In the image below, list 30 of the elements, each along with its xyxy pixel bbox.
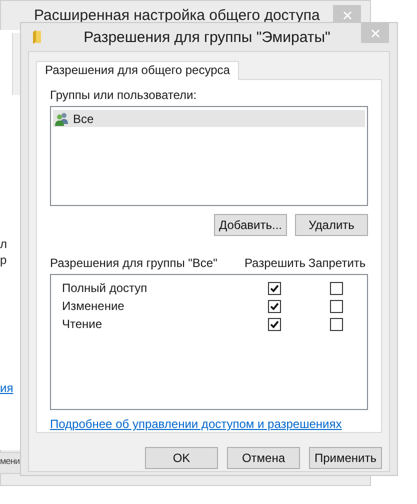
list-item[interactable]: Все — [53, 110, 365, 127]
checkbox[interactable] — [330, 318, 342, 331]
checkbox[interactable] — [268, 282, 280, 295]
help-link[interactable]: Подробнее об управлении доступом и разрешениях — [50, 417, 342, 432]
dialog-button[interactable]: Применить — [309, 447, 382, 469]
checkbox[interactable] — [268, 300, 280, 313]
checkbox[interactable] — [330, 282, 342, 295]
close-icon — [370, 28, 380, 38]
column-header: Запретить — [307, 256, 367, 272]
dialog-button[interactable]: Отмена — [227, 447, 300, 469]
users-icon — [55, 112, 69, 126]
dialog-title: Разрешения для группы "Эмираты" — [84, 28, 330, 46]
window-title: Расширенная настройка общего доступа — [34, 7, 320, 24]
text-fragment: р — [0, 252, 8, 268]
permissions-label: Разрешения для группы "Все" — [50, 256, 218, 272]
text-fragment: л — [0, 236, 8, 252]
close-icon — [342, 10, 352, 20]
permission-name: Полный доступ — [61, 281, 148, 296]
action-button[interactable]: Добавить... — [214, 214, 287, 236]
permission-name: Чтение — [61, 317, 104, 332]
action-button[interactable]: Удалить — [295, 214, 368, 236]
checkbox[interactable] — [330, 300, 342, 313]
checkbox[interactable] — [268, 318, 280, 331]
tab[interactable]: Разрешения для общего ресурса — [36, 61, 239, 80]
dialog-button[interactable]: OK — [145, 447, 218, 469]
column-header: Разрешить — [244, 256, 306, 272]
folder-icon — [33, 30, 41, 44]
permission-name: Изменение — [61, 299, 126, 314]
link[interactable]: ия — [0, 381, 14, 395]
groups-label: Группы или пользователи: — [50, 88, 198, 103]
